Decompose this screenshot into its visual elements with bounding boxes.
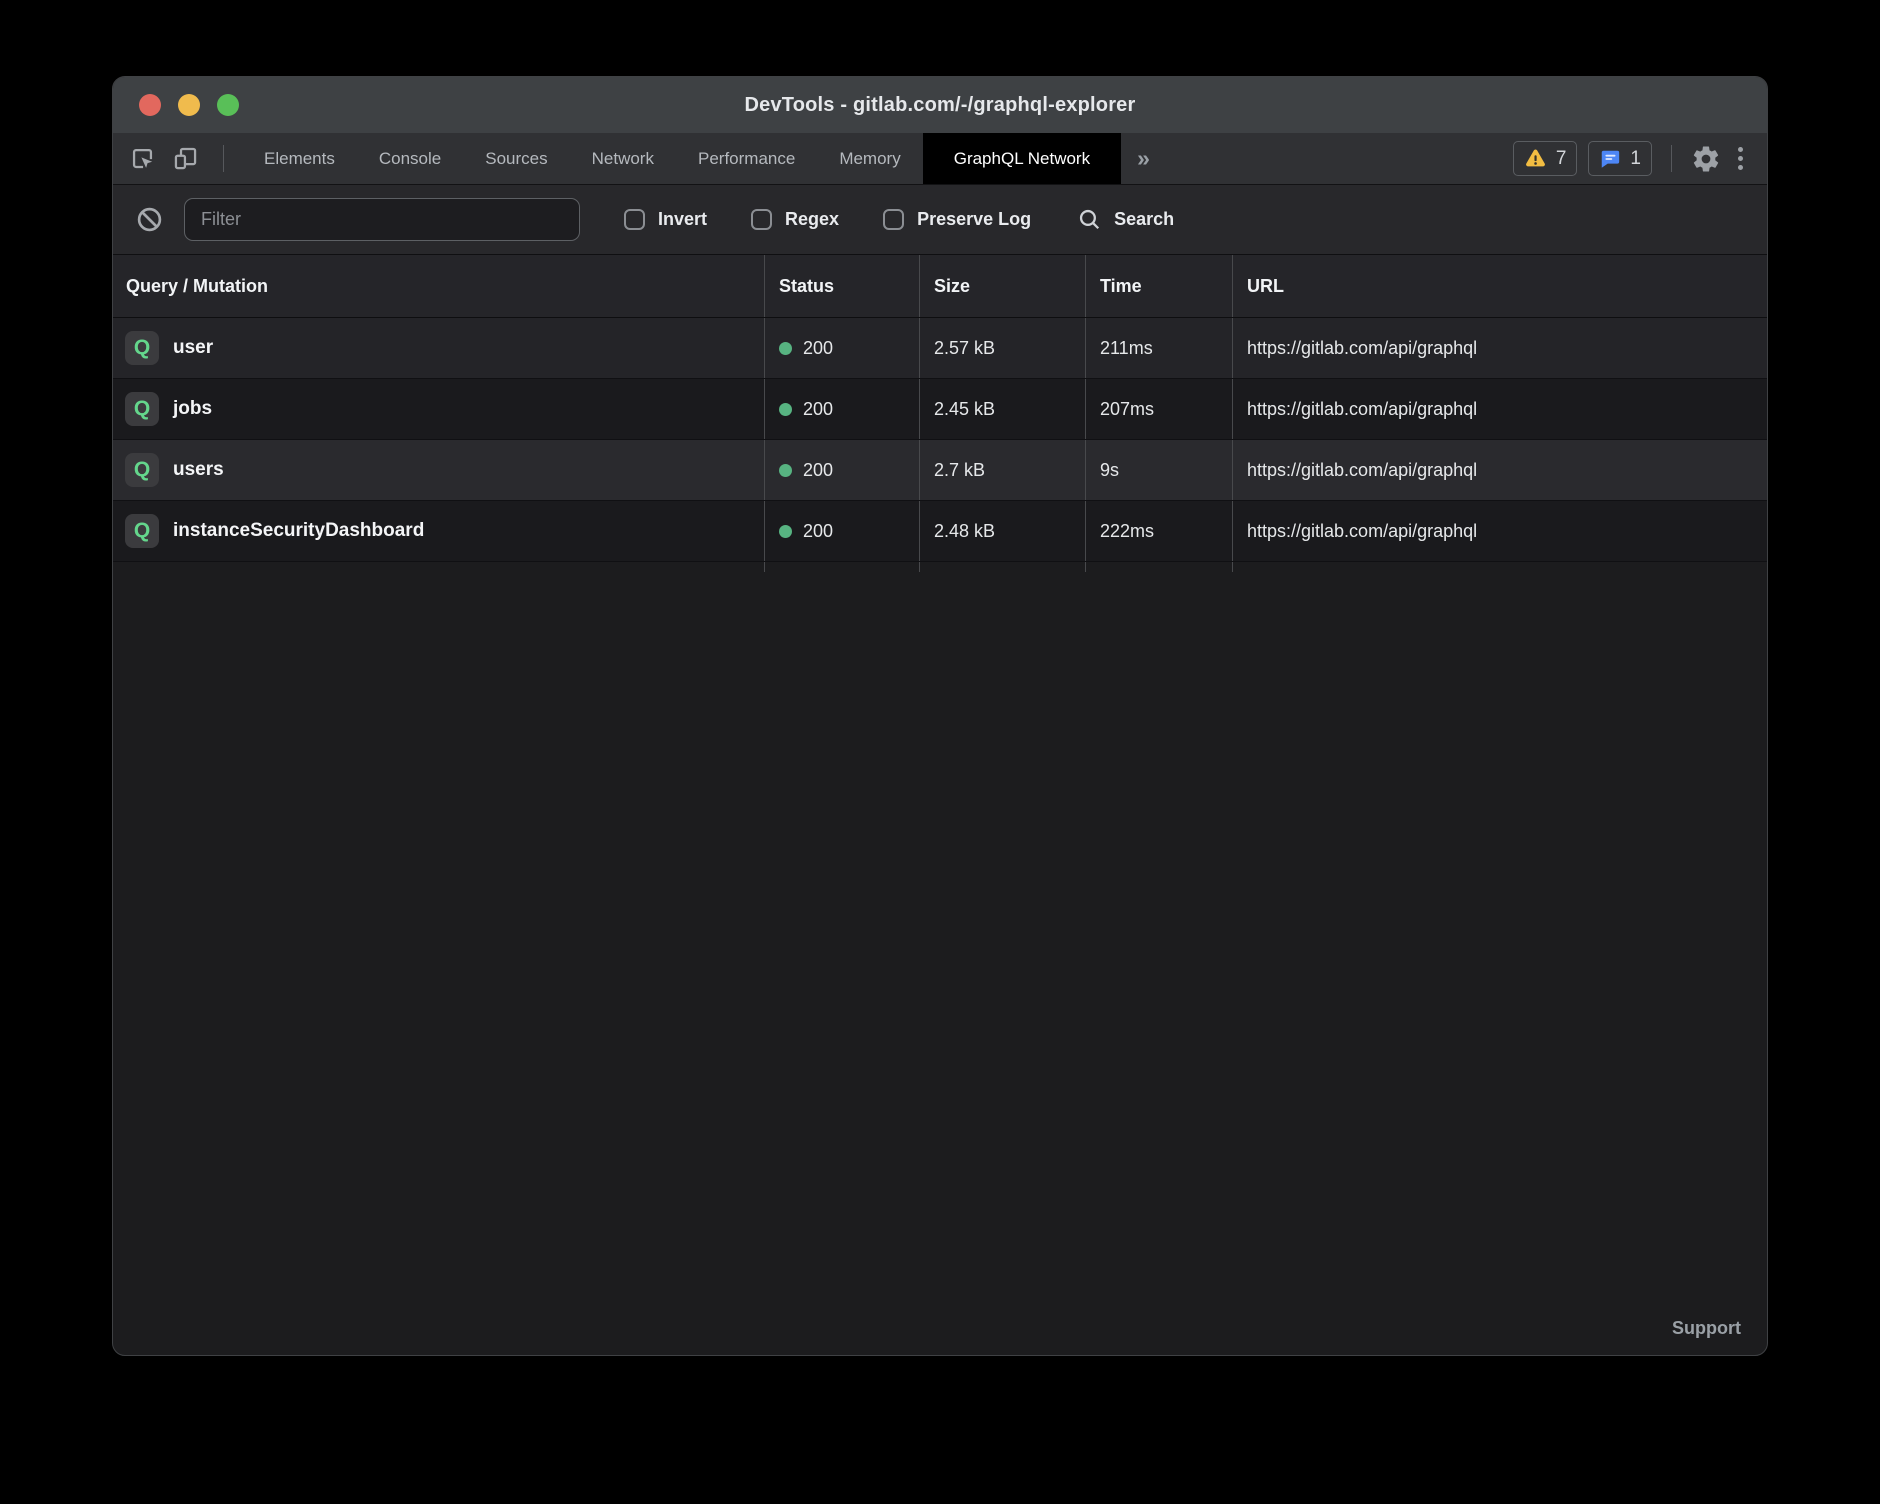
response-time: 9s	[1085, 440, 1232, 500]
column-header-time[interactable]: Time	[1085, 255, 1232, 317]
query-name: user	[173, 337, 213, 359]
query-type-badge: Q	[125, 453, 159, 487]
column-lines-extension	[113, 562, 1767, 572]
query-name: jobs	[173, 398, 212, 420]
support-link[interactable]: Support	[1672, 1318, 1741, 1339]
status-code: 200	[803, 521, 833, 542]
search-icon	[1077, 207, 1102, 232]
status-code: 200	[803, 338, 833, 359]
response-time: 211ms	[1085, 318, 1232, 378]
devtools-window: DevTools - gitlab.com/-/graphql-explorer…	[112, 76, 1768, 1356]
warning-triangle-icon	[1524, 148, 1547, 169]
request-url: https://gitlab.com/api/graphql	[1232, 318, 1767, 378]
tab-network[interactable]: Network	[570, 133, 676, 184]
more-tabs-chevron-icon[interactable]: »	[1121, 133, 1166, 184]
controls-separator	[1671, 145, 1672, 172]
issues-count: 1	[1630, 148, 1641, 170]
warnings-badge[interactable]: 7	[1513, 141, 1578, 176]
zoom-window-button[interactable]	[217, 94, 239, 116]
settings-gear-icon[interactable]	[1691, 144, 1721, 174]
column-header-query-mutation[interactable]: Query / Mutation	[113, 255, 764, 317]
response-size: 2.48 kB	[919, 501, 1085, 561]
network-toolbar: Invert Regex Preserve Log Search	[113, 185, 1767, 255]
query-type-badge: Q	[125, 514, 159, 548]
response-size: 2.45 kB	[919, 379, 1085, 439]
tab-graphql-network[interactable]: GraphQL Network	[923, 133, 1121, 184]
table-row[interactable]: Q users 200 2.7 kB 9s https://gitlab.com…	[113, 440, 1767, 501]
search-label: Search	[1114, 209, 1174, 230]
request-url: https://gitlab.com/api/graphql	[1232, 379, 1767, 439]
warnings-count: 7	[1556, 148, 1567, 170]
inspect-element-icon[interactable]	[129, 145, 156, 172]
devtools-tabbar: Elements Console Sources Network Perform…	[113, 133, 1767, 185]
tab-memory[interactable]: Memory	[817, 133, 922, 184]
more-options-kebab-icon[interactable]	[1732, 147, 1749, 170]
clear-block-icon[interactable]	[135, 205, 164, 234]
response-time: 222ms	[1085, 501, 1232, 561]
response-size: 2.57 kB	[919, 318, 1085, 378]
status-ok-dot	[779, 403, 792, 416]
table-header: Query / Mutation Status Size Time URL	[113, 255, 1767, 318]
query-name: users	[173, 459, 224, 481]
device-toolbar-icon[interactable]	[172, 145, 199, 172]
filter-input[interactable]	[184, 198, 580, 241]
tab-console[interactable]: Console	[357, 133, 463, 184]
close-window-button[interactable]	[139, 94, 161, 116]
column-header-status[interactable]: Status	[764, 255, 919, 317]
status-code: 200	[803, 460, 833, 481]
column-header-size[interactable]: Size	[919, 255, 1085, 317]
tabbar-tools	[113, 133, 242, 184]
query-type-badge: Q	[125, 331, 159, 365]
window-title: DevTools - gitlab.com/-/graphql-explorer	[744, 94, 1135, 117]
minimize-window-button[interactable]	[178, 94, 200, 116]
status-ok-dot	[779, 525, 792, 538]
table-row[interactable]: Q instanceSecurityDashboard 200 2.48 kB …	[113, 501, 1767, 562]
preserve-log-checkbox[interactable]	[883, 209, 904, 230]
regex-checkbox-group: Regex	[751, 209, 839, 230]
invert-checkbox-group: Invert	[624, 209, 707, 230]
query-type-badge: Q	[125, 392, 159, 426]
tab-performance[interactable]: Performance	[676, 133, 817, 184]
tab-sources[interactable]: Sources	[463, 133, 569, 184]
chat-bubble-icon	[1599, 148, 1621, 170]
column-header-url[interactable]: URL	[1232, 255, 1767, 317]
query-name: instanceSecurityDashboard	[173, 520, 424, 542]
preserve-log-checkbox-group: Preserve Log	[883, 209, 1031, 230]
invert-label: Invert	[658, 209, 707, 230]
tabbar-separator	[223, 145, 224, 172]
response-size: 2.7 kB	[919, 440, 1085, 500]
regex-label: Regex	[785, 209, 839, 230]
request-url: https://gitlab.com/api/graphql	[1232, 440, 1767, 500]
status-ok-dot	[779, 464, 792, 477]
status-code: 200	[803, 399, 833, 420]
request-url: https://gitlab.com/api/graphql	[1232, 501, 1767, 561]
invert-checkbox[interactable]	[624, 209, 645, 230]
issues-badge[interactable]: 1	[1588, 141, 1652, 176]
table-row[interactable]: Q user 200 2.57 kB 211ms https://gitlab.…	[113, 318, 1767, 379]
table-row[interactable]: Q jobs 200 2.45 kB 207ms https://gitlab.…	[113, 379, 1767, 440]
tab-elements[interactable]: Elements	[242, 133, 357, 184]
response-time: 207ms	[1085, 379, 1232, 439]
tabbar-right-controls: 7 1	[1513, 133, 1767, 184]
status-ok-dot	[779, 342, 792, 355]
traffic-lights	[139, 77, 239, 133]
search-control[interactable]: Search	[1077, 207, 1174, 232]
preserve-log-label: Preserve Log	[917, 209, 1031, 230]
regex-checkbox[interactable]	[751, 209, 772, 230]
titlebar: DevTools - gitlab.com/-/graphql-explorer	[113, 77, 1767, 133]
